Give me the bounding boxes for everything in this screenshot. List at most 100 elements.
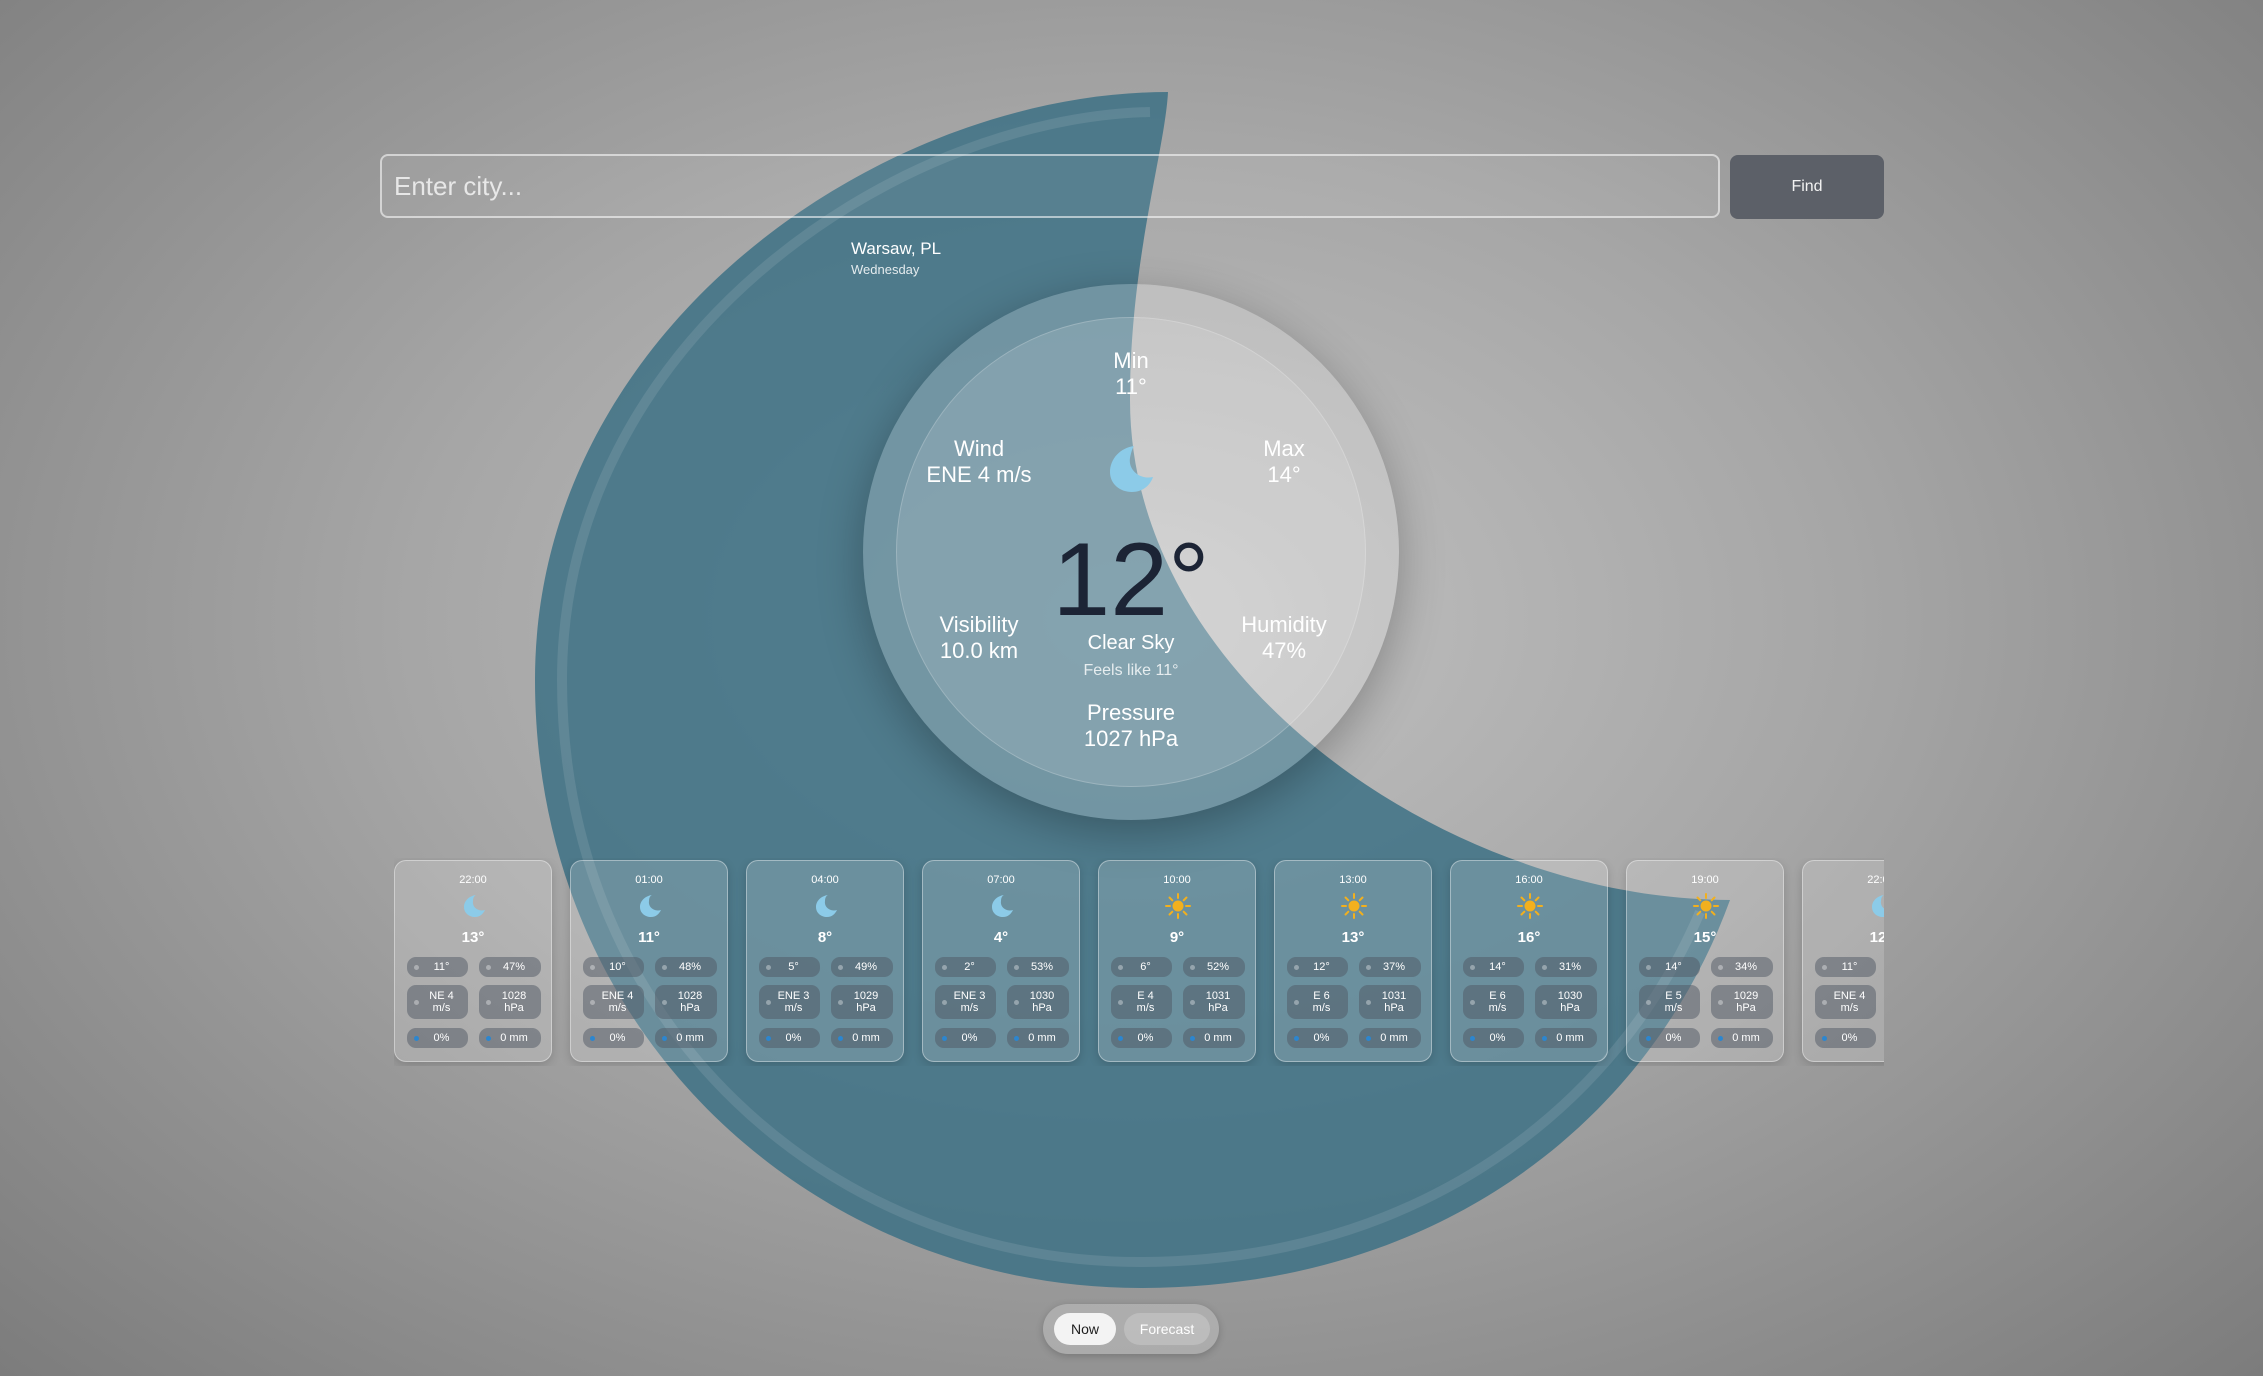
forecast-feels-pill: 14° [1639, 957, 1700, 977]
forecast-humidity-pill: 47% [479, 957, 541, 977]
forecast-pressure-pill: 1028 hPa [479, 985, 541, 1019]
forecast-card[interactable]: 01:00 11° 10° 48% ENE 4 m/s 1028 hPa 0% 0 mm [570, 860, 728, 1062]
pill-value: ENE 4 m/s [601, 990, 634, 1014]
pill-value: 14° [1665, 961, 1682, 973]
pill-value: 1029 hPa [1733, 990, 1759, 1014]
forecast-humidity-pill: 53% [1007, 957, 1069, 977]
pill-dot-icon [414, 999, 419, 1005]
forecast-wind-pill: ENE 4 m/s [1815, 985, 1876, 1019]
forecast-wind-pill: E 6 m/s [1463, 985, 1524, 1019]
forecast-humidity-pill: 48% [655, 957, 717, 977]
forecast-card[interactable]: 10:00 9° 6° 52% E 4 m/s 1031 hPa 0% 0 mm [1098, 860, 1256, 1062]
current-temperature: 12° [1052, 522, 1210, 638]
stat-max-label: Max [1263, 436, 1305, 461]
forecast-time: 13:00 [1339, 874, 1367, 886]
pill-dot-icon [1646, 1035, 1651, 1041]
moon-icon [461, 893, 487, 924]
pill-dot-icon [662, 964, 667, 970]
pill-dot-icon [662, 999, 667, 1005]
search-input[interactable] [380, 154, 1720, 218]
sun-icon [1165, 893, 1191, 924]
forecast-temp: 12° [1869, 929, 1884, 946]
stat-pressure-label: Pressure [1086, 700, 1176, 725]
pill-value: 0 mm [1204, 1032, 1232, 1044]
pill-dot-icon [1646, 999, 1651, 1005]
forecast-wind-pill: E 6 m/s [1287, 985, 1348, 1019]
pill-dot-icon [414, 964, 419, 970]
pill-value: E 5 m/s [1664, 990, 1683, 1014]
forecast-time: 19:00 [1691, 874, 1719, 886]
pill-value: 11° [1841, 961, 1858, 973]
pill-dot-icon [1366, 999, 1371, 1005]
pill-dot-icon [838, 964, 843, 970]
forecast-pressure-pill: 1031 hPa [1183, 985, 1245, 1019]
moon-icon [813, 893, 839, 924]
forecast-card[interactable]: 07:00 4° 2° 53% ENE 3 m/s 1030 hPa 0% 0 mm [922, 860, 1080, 1062]
pill-dot-icon [1294, 964, 1299, 970]
pill-dot-icon [1646, 964, 1651, 970]
forecast-feels-pill: 6° [1111, 957, 1172, 977]
forecast-humidity-pill: 49% [831, 957, 893, 977]
pill-dot-icon [1366, 1035, 1371, 1041]
pill-value: 1030 hPa [1557, 990, 1583, 1014]
sun-icon [1517, 893, 1543, 924]
pill-dot-icon [1470, 964, 1475, 970]
forecast-precip-chance-pill: 0% [1463, 1028, 1524, 1048]
stat-min-value: 11° [1115, 374, 1147, 399]
stat-pressure-value: 1027 hPa [1083, 726, 1179, 751]
forecast-precip-pill: 0 mm [479, 1028, 541, 1048]
pill-value: 53% [1030, 961, 1054, 973]
pill-dot-icon [1718, 999, 1723, 1005]
pill-dot-icon [414, 1035, 419, 1041]
forecast-temp: 15° [1693, 929, 1717, 946]
forecast-card[interactable]: 16:00 16° 14° 31% E 6 m/s 1030 hPa 0% 0 mm [1450, 860, 1608, 1062]
forecast-precip-chance-pill: 0% [759, 1028, 820, 1048]
tab-forecast[interactable]: Forecast [1124, 1313, 1210, 1345]
pill-dot-icon [1294, 1035, 1299, 1041]
forecast-feels-pill: 11° [1815, 957, 1876, 977]
forecast-card[interactable]: 04:00 8° 5° 49% ENE 3 m/s 1029 hPa 0% 0 mm [746, 860, 904, 1062]
pill-value: 0% [1489, 1032, 1506, 1044]
pill-dot-icon [1542, 964, 1547, 970]
forecast-strip[interactable]: 22:00 13° 11° 47% NE 4 m/s 1028 hPa 0% 0 mm 01:0… [394, 858, 1884, 1066]
forecast-precip-chance-pill: 0% [407, 1028, 468, 1048]
forecast-pressure-pill: 1030 hPa [1535, 985, 1597, 1019]
pill-dot-icon [838, 999, 843, 1005]
forecast-precip-chance-pill: 0% [583, 1028, 644, 1048]
pill-value: 52% [1206, 961, 1230, 973]
pill-value: 14° [1489, 961, 1506, 973]
forecast-precip-pill: 0 mm [655, 1028, 717, 1048]
forecast-temp: 16° [1517, 929, 1541, 946]
tab-now[interactable]: Now [1054, 1313, 1116, 1345]
pill-dot-icon [1190, 1035, 1195, 1041]
pill-value: ENE 3 m/s [953, 990, 986, 1014]
forecast-precip-chance-pill: 0% [1639, 1028, 1700, 1048]
forecast-temp: 8° [817, 929, 833, 946]
forecast-card[interactable]: 22:00 12° 11° ENE 4 m/s 0% [1802, 860, 1884, 1062]
forecast-card[interactable]: 22:00 13° 11° 47% NE 4 m/s 1028 hPa 0% 0 mm [394, 860, 552, 1062]
pill-dot-icon [1190, 964, 1195, 970]
pill-value: 0 mm [1380, 1032, 1408, 1044]
pill-value: 49% [854, 961, 878, 973]
pill-value: 0% [1665, 1032, 1682, 1044]
forecast-precip-pill: 0 mm [1007, 1028, 1069, 1048]
forecast-feels-pill: 5° [759, 957, 820, 977]
forecast-precip-pill: 0 mm [1183, 1028, 1245, 1048]
pill-dot-icon [1718, 1035, 1723, 1041]
pill-dot-icon [766, 964, 771, 970]
find-button[interactable]: Find [1730, 155, 1884, 219]
pill-value: 0% [1313, 1032, 1330, 1044]
pill-value: E 6 m/s [1488, 990, 1507, 1014]
pill-dot-icon [1366, 964, 1371, 970]
pill-value: 48% [678, 961, 702, 973]
pill-value: 0% [609, 1032, 626, 1044]
pill-dot-icon [1118, 1035, 1123, 1041]
forecast-pressure-pill: 1029 hPa [831, 985, 893, 1019]
forecast-card[interactable]: 13:00 13° 12° 37% E 6 m/s 1031 hPa 0% 0 mm [1274, 860, 1432, 1062]
pill-value: 37% [1382, 961, 1406, 973]
forecast-precip-chance-pill: 0% [1287, 1028, 1348, 1048]
stat-wind-value: ENE 4 m/s [926, 462, 1032, 487]
forecast-card[interactable]: 19:00 15° 14° 34% E 5 m/s 1029 hPa 0% 0 mm [1626, 860, 1784, 1062]
forecast-feels-pill: 12° [1287, 957, 1348, 977]
pill-value: 1030 hPa [1029, 990, 1055, 1014]
